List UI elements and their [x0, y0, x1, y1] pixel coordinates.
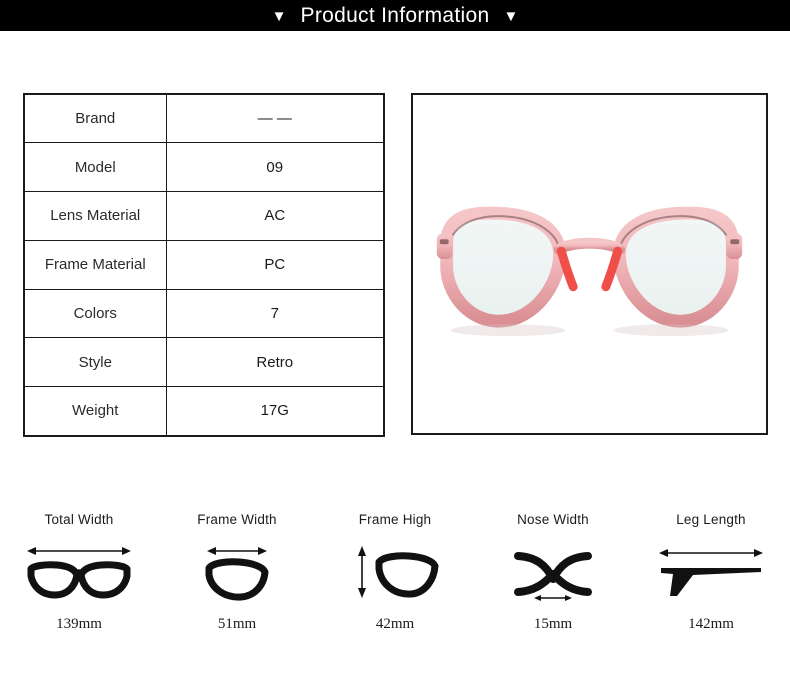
table-row: Style Retro — [23, 337, 385, 388]
measurement-value: 142mm — [688, 616, 734, 632]
measurement-leg-length: Leg Length 142mm — [632, 512, 790, 633]
spec-key: Lens Material — [23, 191, 167, 241]
measurement-value: 42mm — [375, 616, 415, 632]
spec-value: 09 — [165, 142, 385, 193]
table-row: Colors 7 — [23, 288, 385, 339]
measurement-label: Nose Width — [517, 512, 589, 527]
table-row: Lens Material AC — [23, 191, 385, 241]
measurement-label: Frame High — [358, 512, 432, 527]
measurement-value: 51mm — [217, 616, 257, 632]
product-photo-panel — [411, 93, 768, 435]
measurement-value: 139mm — [56, 616, 102, 632]
spec-key: Colors — [23, 288, 167, 339]
nose-bridge-icon — [510, 538, 596, 604]
measurement-label: Total Width — [44, 512, 114, 527]
product-information-page: ▼ Product Information ▼ Brand — — Model … — [0, 0, 790, 700]
temple-arm-icon — [653, 538, 769, 604]
spec-value: PC — [165, 239, 385, 290]
spec-value: Retro — [165, 337, 385, 388]
single-lens-height-icon — [349, 538, 441, 604]
spec-value: 17G — [165, 386, 385, 437]
single-lens-width-icon — [197, 538, 277, 604]
measurement-frame-width: Frame Width 51mm — [158, 512, 316, 633]
measurement-value: 15mm — [533, 616, 573, 632]
page-title: Product Information — [300, 4, 490, 27]
measurement-total-width: Total Width 139mm — [0, 512, 158, 633]
measurement-frame-high: Frame High 42mm — [316, 512, 474, 633]
triangle-down-right-icon: ▼ — [503, 8, 519, 25]
full-glasses-width-icon — [23, 538, 135, 604]
product-photo-eyeglasses — [413, 95, 766, 433]
spec-value: AC — [165, 191, 385, 241]
table-row: Brand — — — [23, 93, 385, 144]
specification-table-body: Brand — — Model 09 Lens Material AC Fram… — [23, 93, 385, 437]
specification-table: Brand — — Model 09 Lens Material AC Fram… — [23, 93, 385, 437]
triangle-down-left-icon: ▼ — [271, 8, 287, 25]
table-row: Frame Material PC — [23, 239, 385, 290]
spec-value: 7 — [165, 288, 385, 339]
page-header: ▼ Product Information ▼ — [0, 0, 790, 31]
spec-key: Model — [23, 142, 167, 193]
spec-key: Frame Material — [23, 239, 167, 290]
spec-key: Brand — [23, 93, 167, 144]
measurement-nose-width: Nose Width 15mm — [474, 512, 632, 633]
measurements-section: Total Width 139mm Frame Width 51mm Frame… — [0, 512, 790, 662]
measurement-label: Frame Width — [197, 512, 277, 527]
spec-value: — — — [165, 93, 385, 144]
table-row: Model 09 — [23, 142, 385, 193]
spec-key: Weight — [23, 386, 167, 437]
spec-key: Style — [23, 337, 167, 388]
table-row: Weight 17G — [23, 386, 385, 437]
measurement-label: Leg Length — [676, 512, 746, 527]
